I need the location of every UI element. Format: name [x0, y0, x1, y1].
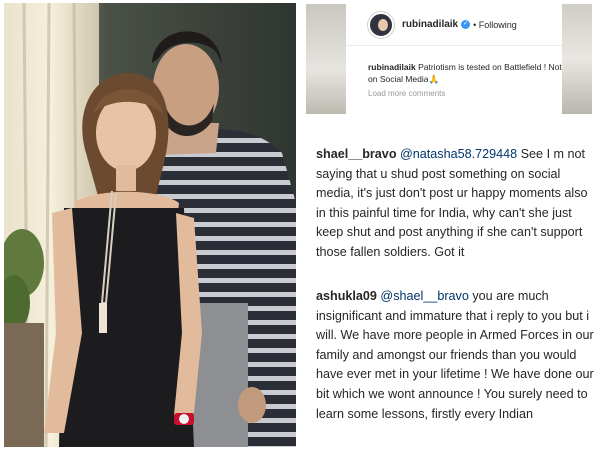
following-status[interactable]: • Following [473, 20, 517, 30]
comment-mention[interactable]: @shael__bravo [380, 289, 468, 303]
load-more-comments-link[interactable]: Load more comments [346, 85, 562, 98]
post-username[interactable]: rubinadilaik [402, 19, 458, 30]
instagram-comments-panel: rubinadilaik ✓ • Following rubinadilaik … [300, 0, 600, 450]
verified-icon: ✓ [461, 20, 471, 29]
comment-username[interactable]: ashukla09 [316, 289, 377, 303]
couple-photo [4, 3, 296, 447]
comment: shael__bravo @natasha58.729448 See I m n… [316, 145, 598, 263]
photo-illustration [4, 3, 296, 447]
post-header: rubinadilaik ✓ • Following [346, 4, 562, 46]
comment-text: you are much insignificant and immature … [316, 289, 594, 421]
comment-text: See I m not saying that u shud post some… [316, 147, 588, 259]
post-caption: rubinadilaik Patriotism is tested on Bat… [346, 46, 562, 85]
blurred-background-right [562, 4, 592, 114]
comment-username[interactable]: shael__bravo [316, 147, 397, 161]
avatar[interactable] [368, 11, 394, 38]
instagram-post-card: rubinadilaik ✓ • Following rubinadilaik … [306, 4, 592, 114]
post-panel: rubinadilaik ✓ • Following rubinadilaik … [346, 4, 562, 114]
comment-mention[interactable]: @natasha58.729448 [400, 147, 517, 161]
blurred-background-left [306, 4, 346, 114]
caption-username[interactable]: rubinadilaik [368, 62, 416, 72]
comment: ashukla09 @shael__bravo you are much ins… [316, 287, 598, 424]
